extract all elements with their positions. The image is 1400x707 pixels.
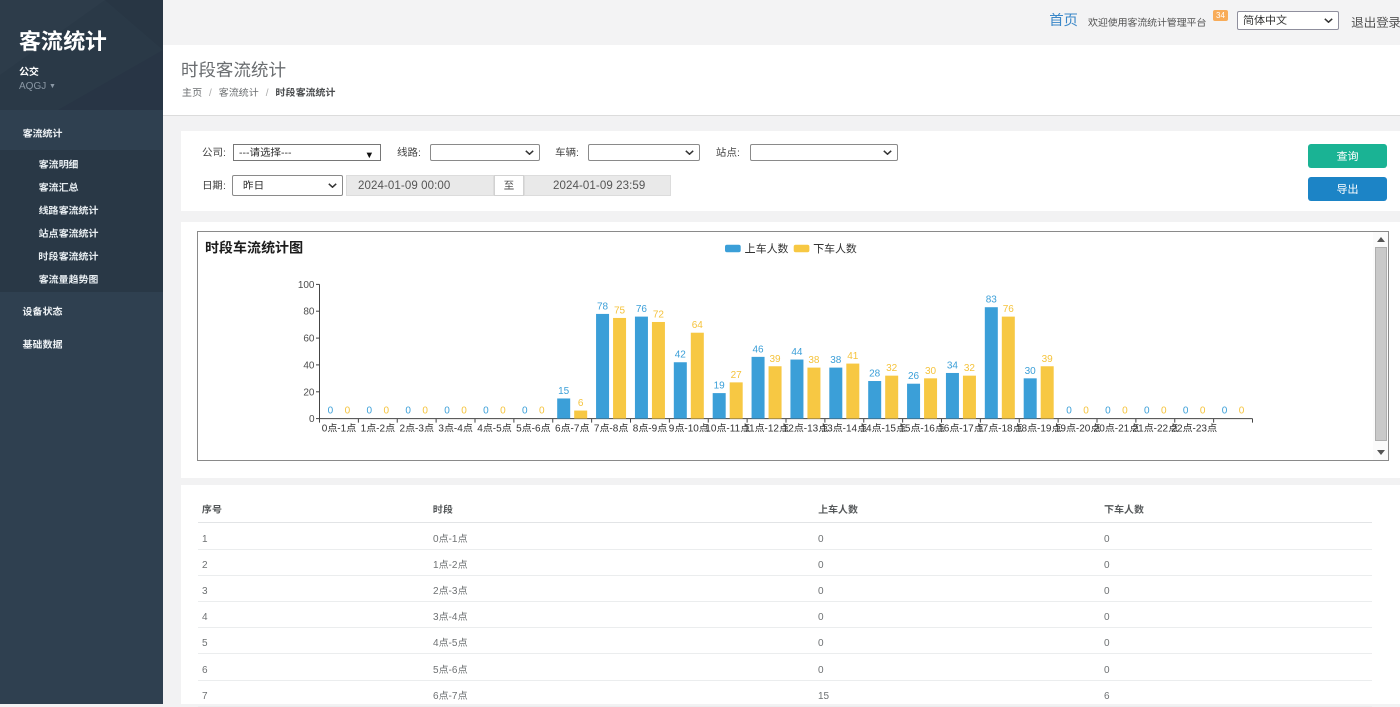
svg-text:0: 0 [367, 402, 373, 417]
svg-text:30: 30 [1025, 362, 1037, 377]
svg-text:44: 44 [791, 343, 803, 358]
svg-text:78: 78 [597, 297, 609, 312]
svg-text:76: 76 [1003, 300, 1015, 315]
svg-text:30: 30 [925, 362, 937, 377]
svg-text:0: 0 [522, 402, 528, 417]
svg-text:76: 76 [636, 300, 648, 315]
svg-text:42: 42 [675, 346, 687, 361]
svg-text:0: 0 [1144, 402, 1150, 417]
svg-text:22点-23点: 22点-23点 [1171, 420, 1217, 435]
svg-text:0: 0 [1239, 402, 1245, 417]
svg-text:时段车流统计图: 时段车流统计图 [205, 238, 303, 258]
svg-text:0: 0 [539, 402, 545, 417]
svg-text:6: 6 [578, 394, 584, 409]
svg-text:0: 0 [384, 402, 390, 417]
svg-text:19: 19 [714, 377, 726, 392]
svg-text:28: 28 [869, 365, 881, 380]
svg-text:20: 20 [303, 383, 315, 398]
svg-text:41: 41 [847, 347, 859, 362]
svg-text:0: 0 [1066, 402, 1072, 417]
svg-text:0: 0 [1200, 402, 1206, 417]
svg-text:5点-6点: 5点-6点 [516, 420, 550, 435]
svg-text:0: 0 [345, 402, 351, 417]
svg-text:2点-3点: 2点-3点 [399, 420, 433, 435]
svg-text:0: 0 [405, 402, 411, 417]
svg-text:0: 0 [1105, 402, 1111, 417]
svg-text:15: 15 [558, 382, 570, 397]
svg-text:9点-10点: 9点-10点 [669, 420, 709, 435]
svg-text:40: 40 [303, 356, 315, 371]
svg-text:46: 46 [752, 340, 764, 355]
svg-text:3点-4点: 3点-4点 [438, 420, 472, 435]
svg-text:0: 0 [500, 402, 506, 417]
svg-text:下车人数: 下车人数 [813, 240, 857, 256]
svg-text:100: 100 [298, 276, 315, 291]
svg-text:72: 72 [653, 305, 665, 320]
svg-text:38: 38 [830, 351, 842, 366]
svg-text:0点-1点: 0点-1点 [322, 420, 356, 435]
svg-text:32: 32 [886, 359, 898, 374]
svg-text:8点-9点: 8点-9点 [633, 420, 667, 435]
svg-text:38: 38 [808, 351, 820, 366]
svg-text:83: 83 [986, 291, 998, 306]
svg-text:64: 64 [692, 316, 704, 331]
svg-text:80: 80 [303, 303, 315, 318]
svg-text:0: 0 [1161, 402, 1167, 417]
svg-text:39: 39 [1042, 350, 1054, 365]
svg-text:上车人数: 上车人数 [745, 240, 789, 256]
svg-text:0: 0 [422, 402, 428, 417]
svg-text:60: 60 [303, 330, 315, 345]
svg-text:0: 0 [1083, 402, 1089, 417]
svg-text:0: 0 [483, 402, 489, 417]
svg-text:4点-5点: 4点-5点 [477, 420, 511, 435]
svg-text:1点-2点: 1点-2点 [361, 420, 395, 435]
svg-text:39: 39 [769, 350, 781, 365]
svg-text:6点-7点: 6点-7点 [555, 420, 589, 435]
svg-text:75: 75 [614, 301, 626, 316]
svg-text:32: 32 [964, 359, 976, 374]
svg-text:0: 0 [309, 410, 315, 425]
svg-text:0: 0 [461, 402, 467, 417]
svg-text:34: 34 [947, 356, 959, 371]
svg-text:0: 0 [444, 402, 450, 417]
svg-text:0: 0 [1122, 402, 1128, 417]
svg-text:0: 0 [1183, 402, 1189, 417]
svg-text:0: 0 [1222, 402, 1228, 417]
svg-text:0: 0 [328, 402, 334, 417]
svg-text:26: 26 [908, 367, 920, 382]
svg-text:27: 27 [731, 366, 743, 381]
svg-text:7点-8点: 7点-8点 [594, 420, 628, 435]
